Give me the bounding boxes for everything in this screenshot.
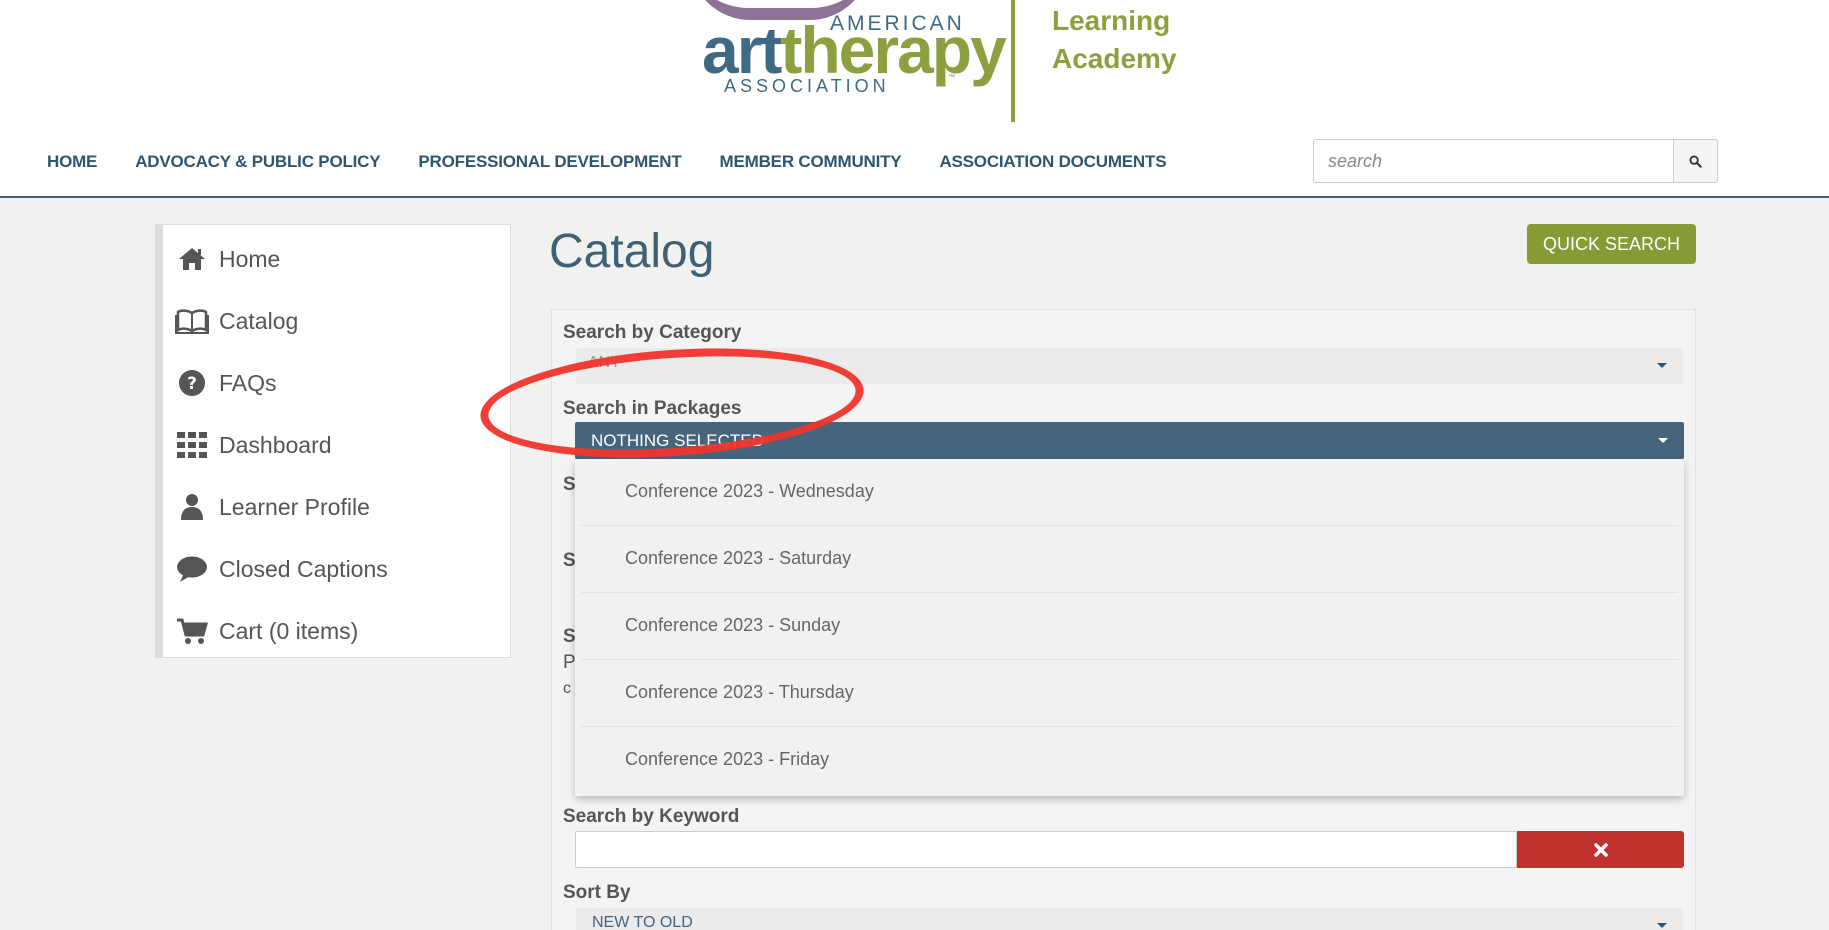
dropdown-option-label: Conference 2023 - Friday — [625, 749, 830, 769]
chevron-down-icon — [1657, 363, 1667, 368]
dropdown-option-label: Conference 2023 - Sunday — [625, 615, 841, 635]
category-label: Search by Category — [563, 322, 742, 343]
keyword-input[interactable] — [575, 831, 1517, 868]
nav-member-community[interactable]: MEMBER COMMUNITY — [720, 152, 902, 176]
learning-academy-logo[interactable]: Learning Academy — [1052, 2, 1177, 78]
sidebar-item-home[interactable]: Home — [175, 239, 280, 279]
cart-icon — [175, 616, 209, 646]
logo-divider — [1011, 0, 1015, 122]
obscured-label: S — [563, 626, 576, 647]
packages-dropdown-menu: Conference 2023 - Wednesday Conference 2… — [575, 459, 1684, 796]
search-icon — [1689, 154, 1702, 168]
sidebar-item-faqs[interactable]: ? FAQs — [175, 363, 277, 403]
dropdown-option[interactable]: Conference 2023 - Friday — [581, 727, 1678, 794]
question-icon: ? — [175, 368, 209, 398]
sidebar-item-closed-captions[interactable]: Closed Captions — [175, 549, 388, 589]
obscured-label: S — [563, 550, 576, 571]
dropdown-option[interactable]: Conference 2023 - Thursday — [581, 660, 1678, 727]
search-input[interactable] — [1313, 139, 1674, 183]
speech-bubble-icon — [175, 554, 209, 584]
main-nav: HOME ADVOCACY & PUBLIC POLICY PROFESSION… — [47, 152, 1167, 176]
logo-trademark: ™ — [948, 74, 955, 81]
search-button[interactable] — [1674, 139, 1718, 183]
dropdown-option-label: Conference 2023 - Wednesday — [625, 481, 874, 501]
keyword-label: Search by Keyword — [563, 806, 740, 827]
learning-text: Learning — [1052, 5, 1171, 36]
quick-search-button[interactable]: QUICK SEARCH — [1527, 224, 1696, 264]
sidebar-item-label: Closed Captions — [219, 555, 388, 582]
dropdown-option-label: Conference 2023 - Saturday — [625, 548, 852, 568]
obscured-label: P — [563, 652, 576, 673]
home-icon — [175, 244, 209, 274]
sidebar-item-label: Cart (0 items) — [219, 617, 359, 644]
sidebar-item-cart[interactable]: Cart (0 items) — [175, 611, 358, 651]
sidebar-nav: Home Catalog ? FAQs Dashboard Learner Pr… — [155, 224, 511, 658]
dropdown-option[interactable]: Conference 2023 - Sunday — [581, 593, 1678, 660]
obscured-label: S — [563, 474, 576, 495]
sidebar-item-label: Learner Profile — [219, 493, 370, 520]
sidebar-item-label: Catalog — [219, 307, 299, 334]
user-icon — [175, 492, 209, 522]
sidebar-item-label: FAQs — [219, 369, 277, 396]
sidebar-item-dashboard[interactable]: Dashboard — [175, 425, 332, 465]
sort-select-value: NEW TO OLD — [592, 914, 693, 930]
logo-association-text: ASSOCIATION — [724, 76, 890, 96]
sidebar-item-label: Home — [219, 245, 281, 272]
nav-association-documents[interactable]: ASSOCIATION DOCUMENTS — [939, 152, 1166, 176]
sidebar-item-learner-profile[interactable]: Learner Profile — [175, 487, 370, 527]
chevron-down-icon — [1658, 438, 1668, 443]
sort-label: Sort By — [563, 882, 631, 903]
nav-advocacy[interactable]: ADVOCACY & PUBLIC POLICY — [135, 152, 380, 176]
site-header: AMERICAN arttherapy ™ ASSOCIATION Learni… — [0, 0, 1829, 198]
sort-select[interactable]: NEW TO OLD — [576, 908, 1683, 930]
academy-text: Academy — [1052, 43, 1177, 74]
site-search — [1313, 139, 1718, 183]
clear-keyword-button[interactable] — [1517, 831, 1684, 868]
chevron-down-icon — [1657, 923, 1667, 928]
close-icon — [1593, 842, 1608, 857]
nav-professional-development[interactable]: PROFESSIONAL DEVELOPMENT — [418, 152, 681, 176]
sidebar-item-label: Dashboard — [219, 431, 332, 458]
obscured-label: c — [563, 680, 571, 697]
dropdown-option[interactable]: Conference 2023 - Saturday — [581, 526, 1678, 593]
dropdown-option-label: Conference 2023 - Thursday — [625, 682, 854, 702]
nav-home[interactable]: HOME — [47, 152, 97, 176]
svg-text:?: ? — [187, 374, 197, 394]
page-title: Catalog — [549, 225, 715, 278]
grid-icon — [175, 430, 209, 460]
sidebar-item-catalog[interactable]: Catalog — [175, 301, 298, 341]
dropdown-option[interactable]: Conference 2023 - Wednesday — [581, 459, 1678, 526]
book-icon — [175, 306, 209, 336]
